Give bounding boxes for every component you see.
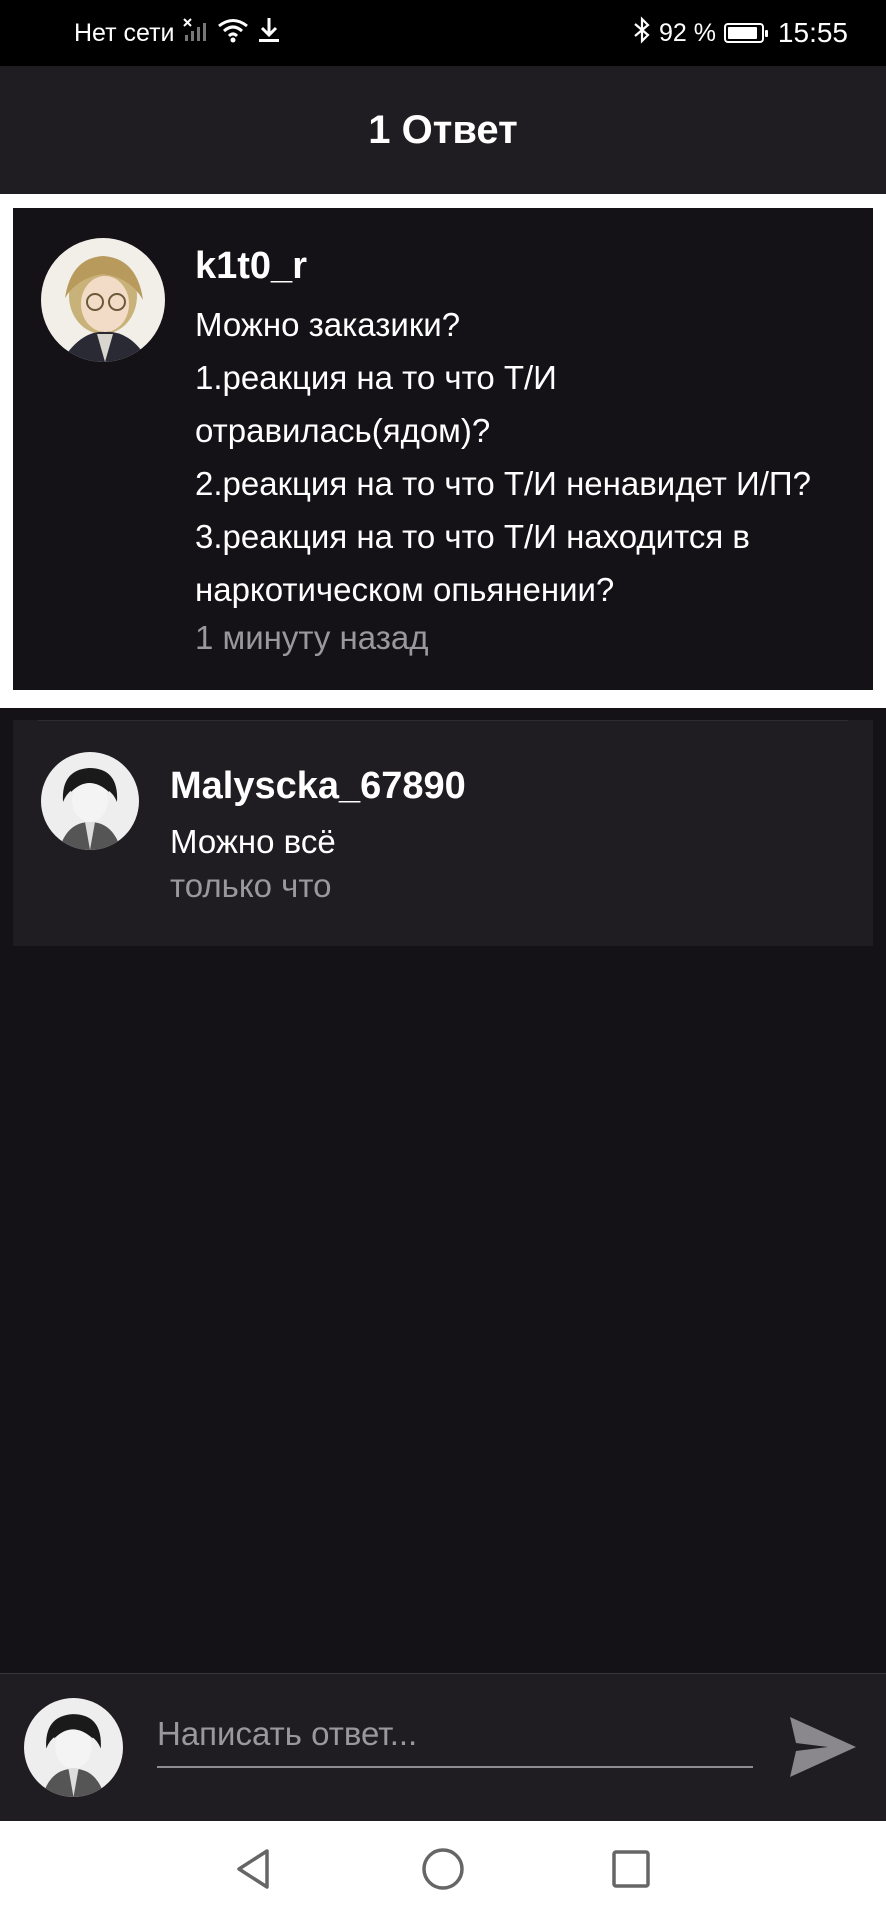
home-button[interactable] bbox=[415, 1843, 471, 1899]
back-button[interactable] bbox=[225, 1843, 281, 1899]
divider bbox=[38, 720, 848, 721]
comment-text-line: 3.реакция на то что Т/И находится в bbox=[195, 518, 750, 555]
download-icon bbox=[257, 16, 281, 51]
status-right: 92 % 15:55 bbox=[633, 0, 848, 66]
send-button[interactable] bbox=[786, 1712, 860, 1786]
original-comment[interactable]: k1t0_r Можно заказики? 1.реакция на то ч… bbox=[13, 208, 873, 690]
header: 1 Ответ bbox=[0, 66, 886, 194]
reply-body: Malyscka_67890 Можно всё только что bbox=[170, 762, 850, 908]
reply-text: Можно всё bbox=[170, 823, 336, 860]
clock-text: 15:55 bbox=[777, 17, 848, 48]
avatar[interactable] bbox=[41, 752, 139, 850]
status-bar: Нет сети 92 % 15:55 bbox=[0, 0, 886, 66]
comment-username[interactable]: k1t0_r bbox=[195, 242, 865, 290]
signal-icon bbox=[182, 17, 209, 50]
screen: { "status_bar": { "network_text": "Нет с… bbox=[0, 0, 886, 1920]
comment-text-line: отравилась(ядом)? bbox=[195, 412, 491, 449]
comment-text: Можно заказики? 1.реакция на то что Т/И … bbox=[195, 298, 865, 616]
reply-comment[interactable]: Malyscka_67890 Можно всё только что bbox=[13, 720, 873, 946]
comment-text-line: 1.реакция на то что Т/И bbox=[195, 359, 557, 396]
reply-composer bbox=[0, 1673, 886, 1821]
recents-button[interactable] bbox=[603, 1843, 659, 1899]
page-title: 1 Ответ bbox=[368, 107, 518, 152]
reply-username[interactable]: Malyscka_67890 bbox=[170, 762, 850, 810]
send-icon bbox=[788, 1715, 858, 1784]
comment-text-line: наркотическом опьянении? bbox=[195, 571, 615, 608]
reply-input[interactable] bbox=[157, 1702, 753, 1768]
back-icon bbox=[233, 1847, 273, 1896]
recents-icon bbox=[611, 1849, 651, 1894]
battery-level-fill bbox=[727, 27, 758, 39]
reply-timestamp: только что bbox=[170, 867, 332, 904]
wifi-icon bbox=[217, 17, 249, 50]
original-comment-body: k1t0_r Можно заказики? 1.реакция на то ч… bbox=[195, 242, 865, 660]
original-comment-frame: k1t0_r Можно заказики? 1.реакция на то ч… bbox=[0, 194, 886, 708]
system-nav-bar bbox=[0, 1821, 886, 1920]
comment-text-line: 2.реакция на то что Т/И ненавидет И/П? bbox=[195, 465, 811, 502]
battery-icon bbox=[723, 23, 768, 43]
home-icon bbox=[421, 1847, 465, 1896]
avatar bbox=[24, 1698, 123, 1797]
avatar[interactable] bbox=[41, 238, 165, 362]
bluetooth-icon bbox=[633, 15, 651, 51]
comment-timestamp: 1 минуту назад bbox=[195, 619, 429, 656]
comment-text-line: Можно заказики? bbox=[195, 306, 461, 343]
status-left: Нет сети bbox=[74, 0, 281, 66]
battery-percent-text: 92 % bbox=[658, 18, 716, 47]
network-status-text: Нет сети bbox=[74, 18, 175, 47]
